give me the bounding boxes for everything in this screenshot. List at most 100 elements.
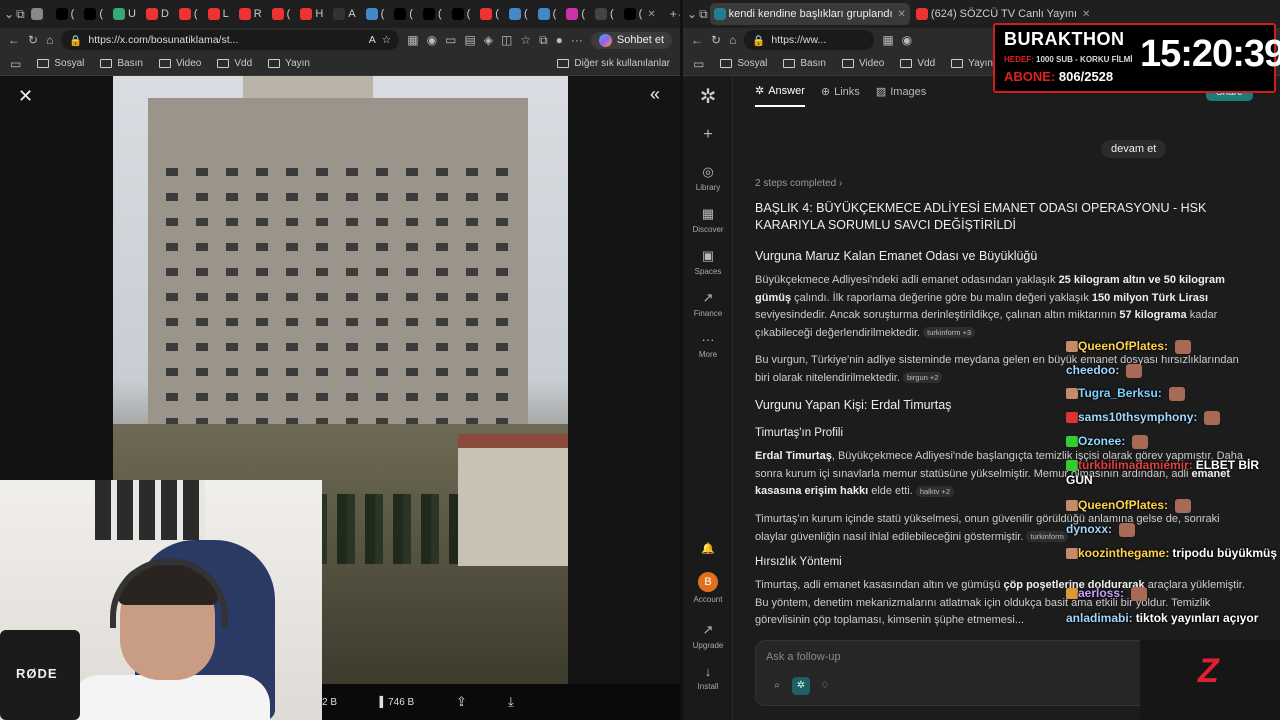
sidebar-item-discover[interactable]: ▦ Discover bbox=[683, 206, 733, 234]
browser-tab[interactable]: (✕ bbox=[620, 3, 660, 25]
back-icon[interactable]: ← bbox=[691, 33, 703, 47]
sidebar-item-more[interactable]: ··· More bbox=[683, 332, 733, 359]
sidebar-item-library[interactable]: ◎ Library bbox=[683, 164, 733, 192]
new-thread-icon[interactable]: + bbox=[683, 126, 733, 144]
minimize-icon[interactable]: — bbox=[679, 7, 680, 21]
browser-tab[interactable]: A bbox=[329, 3, 359, 25]
browser-tab[interactable]: ( bbox=[80, 3, 107, 25]
browser-tab[interactable]: ( bbox=[52, 3, 79, 25]
sidebar-item-finance[interactable]: ↗ Finance bbox=[683, 290, 733, 318]
browser-tab[interactable]: ( bbox=[419, 3, 446, 25]
tab-favicon bbox=[30, 8, 43, 20]
sidebar-item-upgrade[interactable]: ↗ Upgrade bbox=[683, 622, 733, 650]
browser-tab[interactable]: D bbox=[142, 3, 173, 25]
extension-icon[interactable]: ▭ bbox=[445, 33, 456, 47]
bookmark-folder[interactable]: Yayın bbox=[268, 58, 310, 69]
browser-tab[interactable]: ( bbox=[268, 3, 295, 25]
citation-chip[interactable]: turkinform +3 bbox=[923, 327, 976, 339]
follow-up-input[interactable]: Ask a follow-up ⌕ ✲ ♢ bbox=[755, 640, 1205, 706]
home-icon[interactable]: ⌂ bbox=[46, 33, 53, 47]
bookmark-folder[interactable]: Vdd bbox=[217, 58, 252, 69]
extension-icon[interactable]: ◉ bbox=[902, 33, 912, 47]
share-icon[interactable]: ⇪ bbox=[456, 694, 467, 710]
tab-actions-icon[interactable]: ⌄ bbox=[687, 7, 697, 21]
perplexity-logo-icon[interactable]: ✲ bbox=[683, 84, 733, 109]
steps-completed-toggle[interactable]: 2 steps completed › bbox=[755, 178, 842, 189]
sidebar-item-account[interactable]: B Account bbox=[683, 572, 733, 604]
workspaces-icon[interactable]: ⧉ bbox=[16, 7, 25, 22]
browser-tab[interactable]: L bbox=[204, 3, 233, 25]
bookmark-folder[interactable]: Sosyal bbox=[37, 58, 84, 69]
tab-links[interactable]: ⊕ Links bbox=[821, 84, 860, 107]
extension-icon[interactable]: ▦ bbox=[882, 33, 893, 47]
close-tab-icon[interactable]: ✕ bbox=[647, 9, 655, 20]
tab-youtube[interactable]: (624) SÖZCÜ TV Canlı Yayını ✕ bbox=[912, 3, 1095, 25]
tab-list-icon[interactable]: ▭ bbox=[10, 57, 21, 71]
folder-icon bbox=[951, 59, 964, 68]
search-mode-icon[interactable]: ⌕ bbox=[768, 677, 786, 695]
profile-avatar[interactable]: ● bbox=[556, 33, 563, 47]
browser-tab[interactable]: ( bbox=[562, 3, 589, 25]
lightbulb-icon[interactable]: ♢ bbox=[816, 677, 834, 695]
citation-chip[interactable]: halktv +2 bbox=[915, 485, 955, 497]
download-icon[interactable]: ⤓ bbox=[508, 694, 514, 710]
citation-chip[interactable]: turkinform bbox=[1026, 531, 1068, 543]
workspaces-icon[interactable]: ⧉ bbox=[699, 7, 708, 22]
tab-answer[interactable]: ✲ Answer bbox=[755, 84, 805, 107]
sidebar-item-spaces[interactable]: ▣ Spaces bbox=[683, 248, 733, 276]
bookmark-folder[interactable]: Vdd bbox=[900, 58, 935, 69]
back-icon[interactable]: ← bbox=[8, 33, 20, 47]
browser-tab[interactable]: ( bbox=[534, 3, 561, 25]
browser-tab[interactable]: ( bbox=[175, 3, 202, 25]
refresh-icon[interactable]: ↻ bbox=[28, 33, 38, 47]
extension-icon[interactable]: ◈ bbox=[484, 33, 493, 47]
read-aloud-icon[interactable]: A bbox=[369, 34, 376, 46]
tab-actions-icon[interactable]: ⌄ bbox=[4, 7, 14, 21]
favorites-icon[interactable]: ☆ bbox=[520, 33, 531, 47]
extension-icon[interactable]: ▦ bbox=[407, 33, 418, 47]
bookmark-folder[interactable]: Basın bbox=[783, 58, 826, 69]
other-bookmarks-folder[interactable]: Diğer sık kullanılanlar bbox=[557, 58, 670, 69]
new-tab-icon[interactable]: + bbox=[670, 7, 677, 21]
extension-icon[interactable]: ◉ bbox=[427, 33, 437, 47]
extension-icon[interactable]: ▤ bbox=[464, 33, 475, 47]
browser-tab[interactable]: H bbox=[296, 3, 327, 25]
sidebar-item-install[interactable]: ↓ Install bbox=[683, 664, 733, 691]
tab-images[interactable]: ▨ Images bbox=[876, 84, 926, 107]
browser-tab[interactable]: ( bbox=[362, 3, 389, 25]
views-stat[interactable]: ▐ 746 B bbox=[376, 697, 414, 708]
notifications-icon[interactable]: 🔔 bbox=[683, 542, 733, 555]
close-tab-icon[interactable]: ✕ bbox=[898, 9, 906, 20]
citation-chip[interactable]: birgun +2 bbox=[902, 372, 943, 384]
browser-tab[interactable]: U bbox=[109, 3, 140, 25]
tab-list-icon[interactable]: ▭ bbox=[693, 57, 704, 71]
collapse-panel-icon[interactable]: « bbox=[650, 84, 660, 105]
refresh-icon[interactable]: ↻ bbox=[711, 33, 721, 47]
favorite-star-icon[interactable]: ☆ bbox=[382, 34, 391, 46]
tab-perplexity[interactable]: kendi kendine başlıkları gruplandı ✕ bbox=[709, 3, 910, 25]
close-tab-icon[interactable]: ✕ bbox=[1082, 9, 1090, 20]
browser-tab[interactable] bbox=[27, 3, 50, 25]
bookmark-folder[interactable]: Basın bbox=[100, 58, 143, 69]
reposts-stat[interactable]: 2 B bbox=[322, 697, 337, 708]
bookmark-folder[interactable]: Video bbox=[158, 58, 201, 69]
bookmark-folder[interactable]: Sosyal bbox=[720, 58, 767, 69]
chat-badge-icon bbox=[1066, 388, 1078, 400]
copilot-button[interactable]: Sohbet et bbox=[590, 31, 672, 49]
browser-tab[interactable]: R bbox=[235, 3, 266, 25]
browser-tab[interactable]: ( bbox=[390, 3, 417, 25]
split-screen-icon[interactable]: ◫ bbox=[501, 33, 512, 47]
close-viewer-icon[interactable]: ✕ bbox=[18, 86, 33, 107]
bookmark-folder[interactable]: Video bbox=[841, 58, 884, 69]
browser-tab[interactable]: ( bbox=[591, 3, 618, 25]
bookmark-folder[interactable]: Yayın bbox=[951, 58, 993, 69]
browser-tab[interactable]: ( bbox=[476, 3, 503, 25]
left-url-field[interactable]: 🔒 https://x.com/bosunatiklama/st... A ☆ bbox=[61, 30, 400, 50]
research-mode-icon[interactable]: ✲ bbox=[792, 677, 810, 695]
browser-tab[interactable]: ( bbox=[505, 3, 532, 25]
home-icon[interactable]: ⌂ bbox=[729, 33, 736, 47]
collections-icon[interactable]: ⧉ bbox=[539, 33, 548, 48]
right-url-field[interactable]: 🔒 https://ww... bbox=[744, 30, 875, 50]
more-menu-icon[interactable]: ··· bbox=[571, 33, 583, 47]
browser-tab[interactable]: ( bbox=[448, 3, 475, 25]
